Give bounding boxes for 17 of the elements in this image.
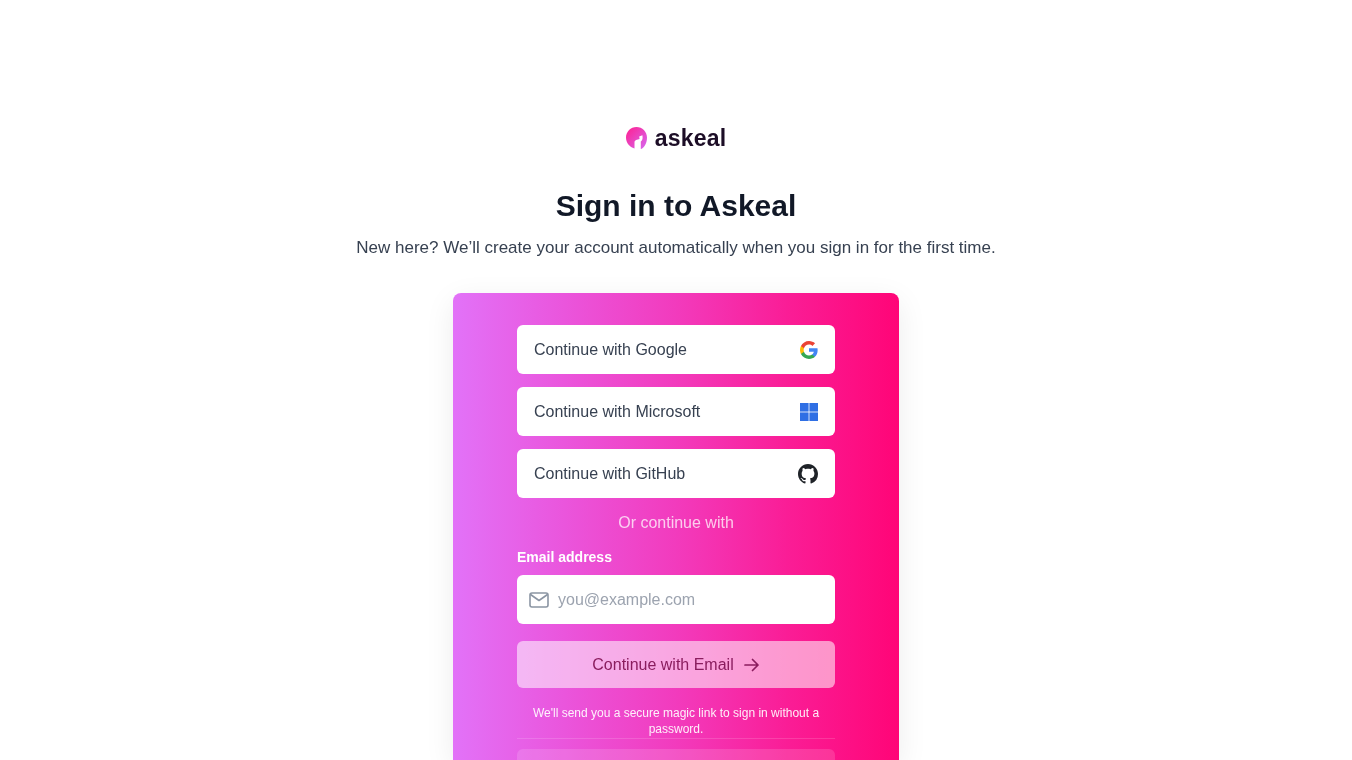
continue-button[interactable]: Continue with Email	[517, 641, 835, 688]
page-subtitle: New here? We’ll create your account automatically when you sign in for the first time.	[356, 237, 996, 259]
provider-button[interactable]: Continue with GitHub	[517, 449, 835, 498]
email-field[interactable]: you@example.com	[517, 575, 835, 624]
github-logo-icon	[798, 463, 818, 484]
arrow-icon	[743, 657, 760, 672]
mail-icon	[529, 592, 549, 608]
provider-button[interactable]: Continue with Microsoft	[517, 387, 835, 436]
microsoft-logo-icon	[800, 402, 818, 421]
brand-name: askeal	[654, 126, 727, 150]
helper-text: We'll send you a secure magic link to sign in without a password.	[531, 705, 821, 737]
page-title: Sign in to Askeal	[555, 188, 797, 224]
google-logo-icon	[800, 340, 818, 359]
provider-button[interactable]: Continue with Google	[517, 325, 835, 374]
field-label: Email address	[517, 548, 612, 567]
divider-label: Or continue with	[617, 513, 735, 533]
logo-icon	[625, 127, 647, 149]
